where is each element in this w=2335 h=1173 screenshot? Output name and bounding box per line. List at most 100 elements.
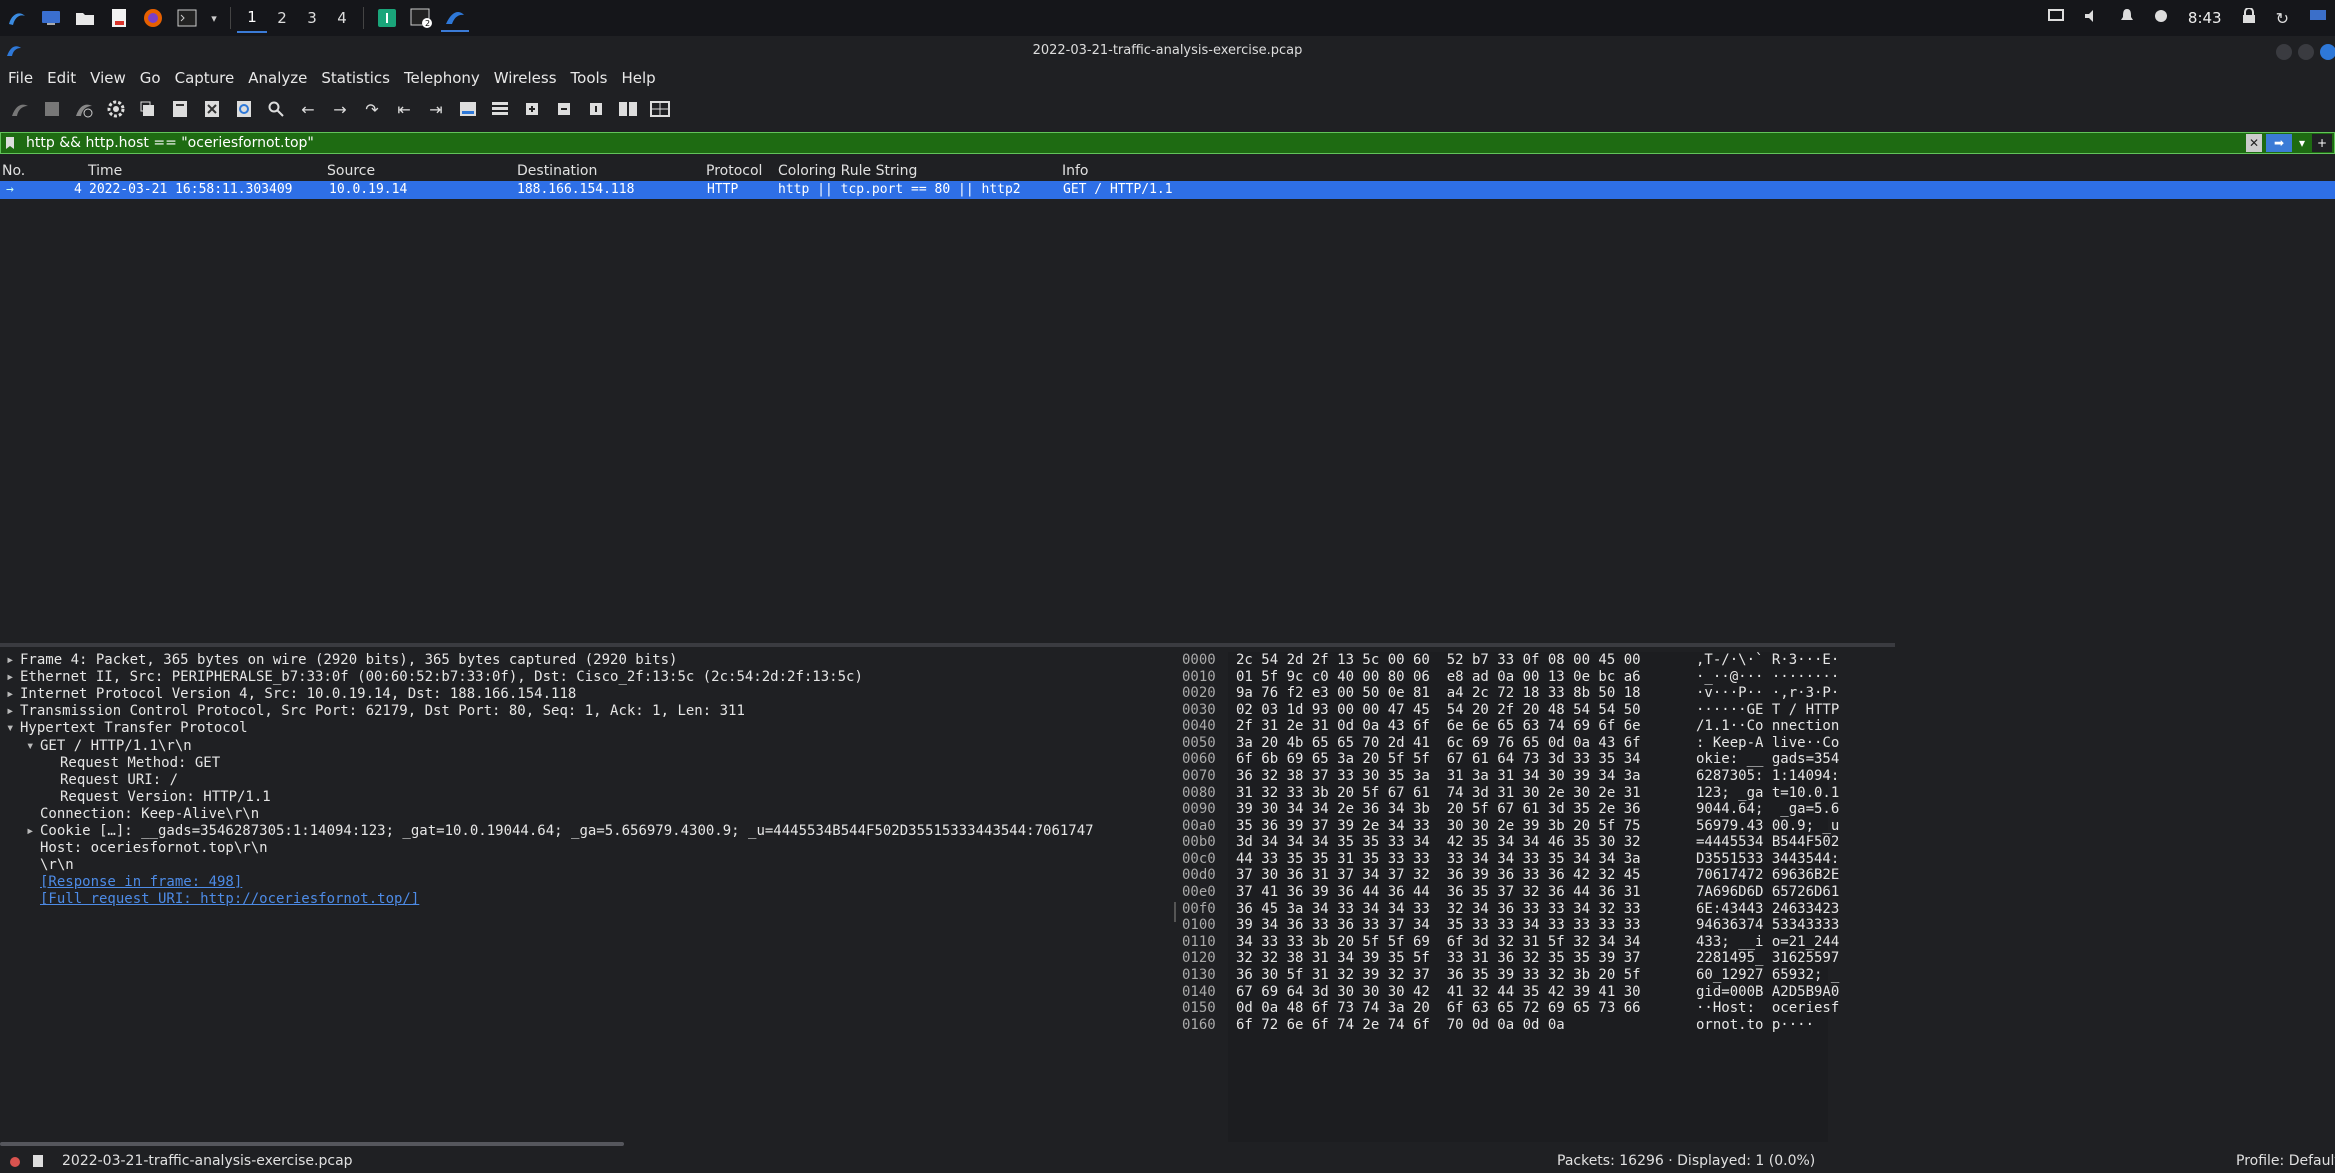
terminal-icon[interactable] <box>173 4 201 32</box>
save-file-icon[interactable] <box>166 96 194 122</box>
open-file-icon[interactable] <box>134 96 162 122</box>
chevron-down-icon[interactable]: ▾ <box>207 4 221 32</box>
vertical-splitter[interactable] <box>1172 652 1178 1142</box>
detail-line[interactable]: [Response in frame: 498] <box>26 874 242 891</box>
byte-ascii[interactable]: 123; _ga t=10.0.1 <box>1696 785 1839 801</box>
column-time[interactable]: Time <box>88 163 122 179</box>
byte-hex[interactable]: 37 30 36 31 37 34 37 32 36 39 36 33 36 4… <box>1236 867 1641 883</box>
reload-file-icon[interactable] <box>230 96 258 122</box>
filter-history-chevron-icon[interactable]: ▾ <box>2296 134 2308 152</box>
byte-ascii[interactable]: gid=000B A2D5B9A0 <box>1696 984 1839 1000</box>
detail-line[interactable]: ▸ Cookie […]: __gads=3546287305:1:14094:1… <box>26 823 1094 840</box>
byte-ascii[interactable]: : Keep-A live··Co <box>1696 735 1839 751</box>
collapsed-arrow-icon[interactable]: ▸ <box>26 823 40 839</box>
byte-ascii[interactable]: 9044.64; _ga=5.6 <box>1696 801 1839 817</box>
minimize-button[interactable] <box>2276 44 2292 60</box>
workspace-1[interactable]: 1 <box>237 3 267 33</box>
go-back-arrow-icon[interactable]: ← <box>294 96 322 122</box>
wireshark-icon[interactable] <box>441 4 469 32</box>
apply-filter-icon[interactable]: ➡ <box>2266 134 2292 152</box>
text-editor-icon[interactable] <box>105 4 133 32</box>
byte-hex[interactable]: 39 30 34 34 2e 36 34 3b 20 5f 67 61 3d 3… <box>1236 801 1641 817</box>
detail-line[interactable]: ▸ Frame 4: Packet, 365 bytes on wire (292… <box>6 652 677 669</box>
byte-hex[interactable]: 44 33 35 35 31 35 33 33 33 34 34 33 35 3… <box>1236 851 1641 867</box>
capture-status-icon[interactable] <box>10 1157 20 1167</box>
maximize-button[interactable] <box>2298 44 2314 60</box>
byte-ascii[interactable]: 2281495_ 31625597 <box>1696 950 1839 966</box>
go-forward-arrow-icon[interactable]: → <box>326 96 354 122</box>
byte-ascii[interactable]: 94636374 53343333 <box>1696 917 1839 933</box>
byte-hex[interactable]: 3a 20 4b 65 65 70 2d 41 6c 69 76 65 0d 0… <box>1236 735 1641 751</box>
detail-line[interactable]: ▸ Transmission Control Protocol, Src Port… <box>6 703 745 720</box>
close-button[interactable] <box>2320 44 2335 60</box>
capture-options-gear-icon[interactable] <box>102 96 130 122</box>
last-packet-icon[interactable]: ⇥ <box>422 96 450 122</box>
desktop-icon[interactable] <box>37 4 65 32</box>
detail-line[interactable]: Request URI: / <box>46 772 178 789</box>
byte-hex[interactable]: 67 69 64 3d 30 30 30 42 41 32 44 35 42 3… <box>1236 984 1641 1000</box>
menu-view[interactable]: View <box>90 69 126 87</box>
detail-line[interactable]: Request Version: HTTP/1.1 <box>46 789 271 806</box>
byte-hex[interactable]: 36 45 3a 34 33 34 34 33 32 34 36 33 33 3… <box>1236 901 1641 917</box>
byte-hex[interactable]: 02 03 1d 93 00 00 47 45 54 20 2f 20 48 5… <box>1236 702 1641 718</box>
expanded-arrow-icon[interactable]: ▾ <box>6 720 20 736</box>
byte-hex[interactable]: 37 41 36 39 36 44 36 44 36 35 37 32 36 4… <box>1236 884 1641 900</box>
column-protocol[interactable]: Protocol <box>706 163 762 179</box>
zoom-in-icon[interactable] <box>518 96 546 122</box>
bookmark-icon[interactable] <box>4 136 18 150</box>
workspace-2[interactable]: 2 <box>267 3 297 33</box>
power-status-icon[interactable] <box>2154 9 2168 27</box>
byte-ascii[interactable]: 6E:43443 24633423 <box>1696 901 1839 917</box>
lock-icon[interactable] <box>2242 7 2256 28</box>
close-file-icon[interactable] <box>198 96 226 122</box>
detail-line[interactable]: Request Method: GET <box>46 755 220 772</box>
byte-ascii[interactable]: ornot.to p···· <box>1696 1017 1814 1033</box>
detail-line[interactable]: ▸ Ethernet II, Src: PERIPHERALSE_b7:33:0f… <box>6 669 863 686</box>
column-no[interactable]: No. <box>2 163 25 179</box>
byte-ascii[interactable]: ······GE T / HTTP <box>1696 702 1839 718</box>
firefox-icon[interactable] <box>139 4 167 32</box>
menu-help[interactable]: Help <box>621 69 655 87</box>
first-packet-icon[interactable]: ⇤ <box>390 96 418 122</box>
byte-hex[interactable]: 34 33 33 3b 20 5f 5f 69 6f 3d 32 31 5f 3… <box>1236 934 1641 950</box>
byte-hex[interactable]: 6f 72 6e 6f 74 2e 74 6f 70 0d 0a 0d 0a <box>1236 1017 1565 1033</box>
go-to-packet-icon[interactable]: ↷ <box>358 96 386 122</box>
byte-hex[interactable]: 01 5f 9c c0 40 00 80 06 e8 ad 0a 00 13 0… <box>1236 669 1641 685</box>
display-filter-input[interactable] <box>18 135 2244 151</box>
detail-line[interactable]: Connection: Keep-Alive\r\n <box>26 806 259 823</box>
status-profile[interactable]: Profile: Default <box>2236 1153 2335 1169</box>
column-destination[interactable]: Destination <box>517 163 597 179</box>
expanded-arrow-icon[interactable]: ▾ <box>26 738 40 754</box>
column-info[interactable]: Info <box>1062 163 1089 179</box>
terminal-window-icon[interactable]: 2 <box>407 4 435 32</box>
menu-go[interactable]: Go <box>140 69 161 87</box>
byte-ascii[interactable]: =4445534 B544F502 <box>1696 834 1839 850</box>
colorize-icon[interactable] <box>486 96 514 122</box>
byte-ascii[interactable]: D3551533 3443544: <box>1696 851 1839 867</box>
byte-hex[interactable]: 32 32 38 31 34 39 35 5f 33 31 36 32 35 3… <box>1236 950 1641 966</box>
column-source[interactable]: Source <box>327 163 375 179</box>
detail-line[interactable]: ▾ Hypertext Transfer Protocol <box>6 720 248 737</box>
detail-line[interactable]: ▾ GET / HTTP/1.1\r\n <box>26 738 192 755</box>
byte-hex[interactable]: 3d 34 34 34 35 35 33 34 42 35 34 34 46 3… <box>1236 834 1641 850</box>
menu-tools[interactable]: Tools <box>571 69 608 87</box>
notification-bell-icon[interactable] <box>2120 8 2134 28</box>
detail-link[interactable]: [Response in frame: 498] <box>40 874 242 890</box>
byte-hex[interactable]: 36 32 38 37 33 30 35 3a 31 3a 31 34 30 3… <box>1236 768 1641 784</box>
byte-hex[interactable]: 2c 54 2d 2f 13 5c 00 60 52 b7 33 0f 08 0… <box>1236 652 1641 668</box>
stop-capture-icon[interactable] <box>38 96 66 122</box>
resize-columns-icon[interactable] <box>614 96 642 122</box>
folder-icon[interactable] <box>71 4 99 32</box>
normal-size-icon[interactable] <box>582 96 610 122</box>
column-coloring-rule[interactable]: Coloring Rule String <box>778 163 917 179</box>
menu-file[interactable]: File <box>8 69 33 87</box>
start-capture-icon[interactable] <box>6 96 34 122</box>
detail-line[interactable]: Host: oceriesfornot.top\r\n <box>26 840 268 857</box>
byte-ascii[interactable]: 60_12927 65932; _ <box>1696 967 1839 983</box>
byte-hex[interactable]: 39 34 36 33 36 33 37 34 35 33 33 34 33 3… <box>1236 917 1641 933</box>
byte-hex[interactable]: 9a 76 f2 e3 00 50 0e 81 a4 2c 72 18 33 8… <box>1236 685 1641 701</box>
collapsed-arrow-icon[interactable]: ▸ <box>6 703 20 719</box>
clock[interactable]: 8:43 <box>2188 9 2222 27</box>
byte-ascii[interactable]: okie: __ gads=354 <box>1696 751 1839 767</box>
byte-ascii[interactable]: 56979.43 00.9; _u <box>1696 818 1839 834</box>
